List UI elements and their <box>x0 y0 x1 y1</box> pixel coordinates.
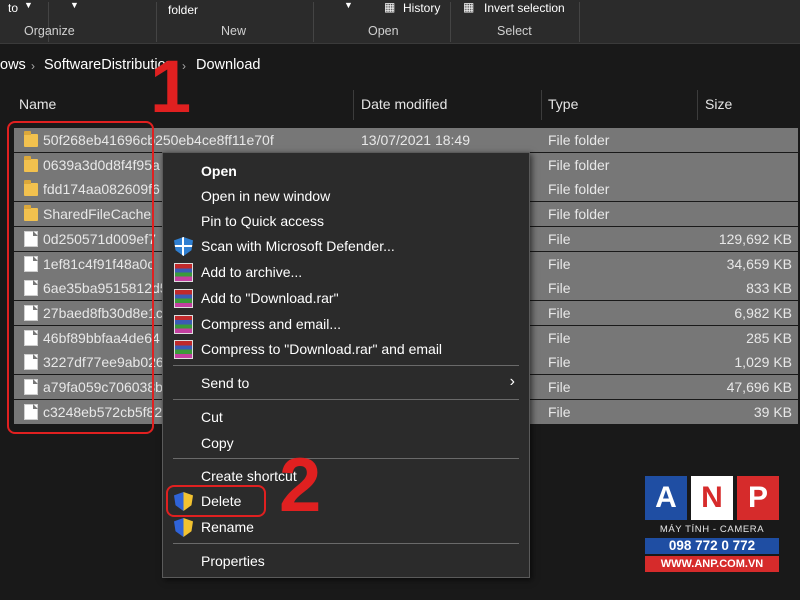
group-new: New <box>221 24 247 38</box>
breadcrumb: ows › SoftwareDistribution › Download <box>0 45 800 85</box>
menu-item-label: Compress and email... <box>201 316 342 332</box>
file-type: File <box>548 330 571 346</box>
menu-item-send-to[interactable]: Send to › <box>163 371 529 395</box>
file-size: 833 KB <box>746 280 792 296</box>
file-type: File <box>548 404 571 420</box>
file-date: 13/07/2021 18:49 <box>361 132 470 148</box>
file-type: File folder <box>548 157 610 173</box>
new-folder-label[interactable]: folder <box>168 2 198 18</box>
breadcrumb-item-windows[interactable]: ows <box>0 57 26 73</box>
logo-website: WWW.ANP.COM.VN <box>645 556 779 572</box>
menu-item-label: Rename <box>201 519 254 535</box>
menu-item-rename[interactable]: Rename <box>163 515 529 539</box>
ribbon-divider <box>156 2 157 42</box>
menu-item-add-download-rar[interactable]: Add to "Download.rar" <box>163 286 529 310</box>
file-type: File <box>548 231 571 247</box>
menu-item-label: Open in new window <box>201 188 331 204</box>
file-type: File folder <box>548 206 610 222</box>
winrar-icon <box>174 289 193 308</box>
group-open: Open <box>368 24 399 38</box>
ribbon: to ▼ ▼ folder ▼ ▦ History ▦ Invert selec… <box>0 0 800 44</box>
menu-item-label: Pin to Quick access <box>201 213 324 229</box>
history-icon[interactable]: ▦ <box>384 0 395 15</box>
logo-letter-n: N <box>691 476 733 520</box>
chevron-right-icon: › <box>509 373 515 390</box>
menu-item-properties[interactable]: Properties <box>163 549 529 573</box>
chevron-down-icon[interactable]: ▼ <box>70 0 79 10</box>
menu-item-label: Add to archive... <box>201 264 303 280</box>
menu-item-compress-email[interactable]: Compress and email... <box>163 312 529 336</box>
group-select: Select <box>497 24 532 38</box>
breadcrumb-item-download[interactable]: Download <box>196 57 261 73</box>
file-type: File <box>548 256 571 272</box>
ribbon-divider <box>450 2 451 42</box>
annotation-step-1: 1 <box>150 45 192 128</box>
menu-item-cut[interactable]: Cut <box>163 405 529 429</box>
ribbon-divider <box>313 2 314 42</box>
column-divider[interactable] <box>541 90 542 120</box>
menu-item-label: Copy <box>201 435 234 451</box>
column-divider[interactable] <box>697 90 698 120</box>
uac-shield-icon <box>174 518 193 537</box>
logo-phone: 098 772 0 772 <box>645 538 779 554</box>
ribbon-divider <box>579 2 580 42</box>
menu-item-scan-defender[interactable]: Scan with Microsoft Defender... <box>163 234 529 258</box>
annotation-box-selection <box>7 121 154 434</box>
menu-item-label: Open <box>201 163 237 179</box>
file-size: 6,982 KB <box>734 305 792 321</box>
column-header-type[interactable]: Type <box>548 96 578 112</box>
menu-divider <box>173 543 519 544</box>
menu-item-open-new-window[interactable]: Open in new window <box>163 184 529 208</box>
menu-item-label: Send to <box>201 375 250 391</box>
chevron-down-icon[interactable]: ▼ <box>344 0 353 10</box>
menu-item-compress-download-email[interactable]: Compress to "Download.rar" and email <box>163 337 529 361</box>
menu-item-pin-quick-access[interactable]: Pin to Quick access <box>163 209 529 233</box>
menu-item-label: Properties <box>201 553 265 569</box>
menu-divider <box>173 458 519 459</box>
column-header-size[interactable]: Size <box>705 96 732 112</box>
file-type: File folder <box>548 132 610 148</box>
menu-item-label: Scan with Microsoft Defender... <box>201 238 395 254</box>
file-size: 39 KB <box>753 404 792 420</box>
chevron-right-icon[interactable]: › <box>31 59 35 73</box>
file-size: 34,659 KB <box>726 256 792 272</box>
annotation-box-delete <box>166 485 266 517</box>
defender-shield-icon <box>174 237 193 256</box>
menu-item-label: Compress to "Download.rar" and email <box>201 341 443 357</box>
column-header-name[interactable]: Name <box>19 96 56 112</box>
winrar-icon <box>174 263 193 282</box>
file-size: 285 KB <box>746 330 792 346</box>
menu-divider <box>173 365 519 366</box>
column-header-date[interactable]: Date modified <box>361 96 447 112</box>
column-divider[interactable] <box>353 90 354 120</box>
winrar-icon <box>174 315 193 334</box>
file-type: File <box>548 379 571 395</box>
winrar-icon <box>174 340 193 359</box>
menu-item-label: Cut <box>201 409 223 425</box>
invert-selection-icon[interactable]: ▦ <box>463 0 474 15</box>
ribbon-to-label[interactable]: to <box>8 0 18 16</box>
file-type: File folder <box>548 181 610 197</box>
file-type: File <box>548 354 571 370</box>
column-headers: Name Date modified Type Size <box>0 90 800 120</box>
logo-letter-p: P <box>737 476 779 520</box>
anp-logo: A N P MÁY TÍNH - CAMERA 098 772 0 772 WW… <box>645 476 779 576</box>
file-size: 47,696 KB <box>726 379 792 395</box>
invert-selection-button[interactable]: Invert selection <box>484 0 565 16</box>
menu-item-add-archive[interactable]: Add to archive... <box>163 260 529 284</box>
menu-divider <box>173 399 519 400</box>
logo-subtitle: MÁY TÍNH - CAMERA <box>659 524 765 535</box>
history-button[interactable]: History <box>403 0 440 16</box>
file-type: File <box>548 280 571 296</box>
file-size: 1,029 KB <box>734 354 792 370</box>
menu-item-open[interactable]: Open <box>163 159 529 183</box>
group-organize: Organize <box>24 24 75 38</box>
annotation-step-2: 2 <box>279 443 322 528</box>
file-size: 129,692 KB <box>718 231 792 247</box>
menu-item-label: Add to "Download.rar" <box>201 290 339 306</box>
chevron-down-icon[interactable]: ▼ <box>24 0 33 10</box>
menu-item-copy[interactable]: Copy <box>163 431 529 455</box>
logo-letter-a: A <box>645 476 687 520</box>
file-type: File <box>548 305 571 321</box>
